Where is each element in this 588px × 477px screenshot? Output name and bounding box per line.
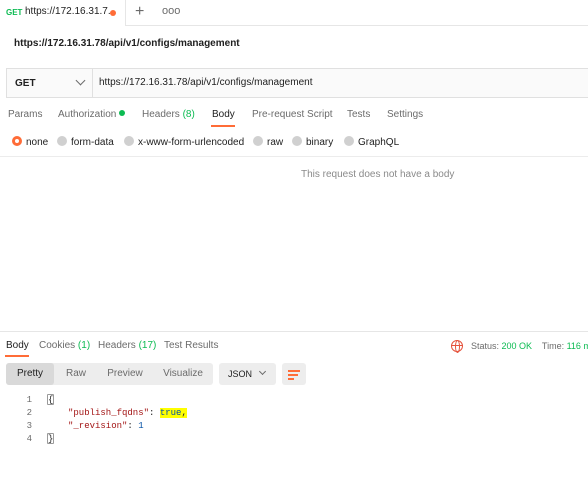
tab-body[interactable]: Body <box>212 109 235 120</box>
request-tab[interactable]: GET https://172.16.31.7... <box>0 0 126 26</box>
radio-graphql-label: GraphQL <box>358 137 400 148</box>
radio-selected-icon <box>12 136 22 146</box>
method-label: GET <box>15 78 36 89</box>
globe-icon[interactable] <box>451 340 463 353</box>
response-tab-cookies[interactable]: Cookies (1) <box>39 340 90 351</box>
radio-raw[interactable]: raw <box>253 136 283 148</box>
active-response-tab-indicator <box>5 355 29 357</box>
code-line: 4 } <box>0 433 588 446</box>
json-key: "publish_fqdns" <box>68 408 150 418</box>
radio-form-data-label: form-data <box>71 137 114 148</box>
line-number: 1 <box>26 395 32 405</box>
tab-headers-label: Headers <box>142 109 180 120</box>
code-text: "_revision": 1 <box>68 421 144 431</box>
response-tab-body[interactable]: Body <box>6 340 29 351</box>
radio-icon <box>292 136 302 146</box>
tab-pre-request-script[interactable]: Pre-request Script <box>252 109 333 120</box>
body-type-radios: none form-data x-www-form-urlencoded raw… <box>0 136 588 150</box>
tab-tests[interactable]: Tests <box>347 109 370 120</box>
radio-icon <box>124 136 134 146</box>
wrap-lines-icon <box>288 370 300 372</box>
empty-body-message: This request does not have a body <box>301 169 455 180</box>
tab-headers-count: (8) <box>182 109 195 120</box>
radio-icon <box>344 136 354 146</box>
url-input[interactable] <box>99 77 569 88</box>
status-value[interactable]: 200 OK <box>502 341 533 351</box>
active-tab-indicator <box>211 125 235 127</box>
radio-icon <box>57 136 67 146</box>
method-select[interactable]: GET <box>7 69 93 97</box>
format-label: JSON <box>228 369 253 379</box>
divider <box>0 156 588 157</box>
chevron-down-icon <box>258 367 267 376</box>
response-tab-headers[interactable]: Headers (17) <box>98 340 156 351</box>
code-text: "publish_fqdns": true, <box>68 408 187 418</box>
response-status: Status: 200 OK Time: 116 ms <box>471 341 588 351</box>
line-number: 3 <box>26 421 32 431</box>
highlighted-value: true, <box>159 408 187 418</box>
request-title[interactable]: https://172.16.31.78/api/v1/configs/mana… <box>14 38 240 49</box>
radio-form-data[interactable]: form-data <box>57 136 114 148</box>
more-tabs-icon[interactable]: ooo <box>162 5 180 17</box>
radio-binary[interactable]: binary <box>292 136 333 148</box>
radio-graphql[interactable]: GraphQL <box>344 136 399 148</box>
response-tab-headers-label: Headers <box>98 340 136 351</box>
line-number: 4 <box>26 434 32 444</box>
tab-method: GET <box>6 8 23 17</box>
response-tab-test-results[interactable]: Test Results <box>164 340 218 351</box>
request-bar: GET <box>6 68 588 98</box>
radio-urlencoded-label: x-www-form-urlencoded <box>138 137 245 148</box>
radio-binary-label: binary <box>306 137 334 148</box>
radio-none-label: none <box>26 137 49 148</box>
preview-button[interactable]: Preview <box>100 363 150 385</box>
radio-raw-label: raw <box>267 137 284 148</box>
tab-title: https://172.16.31.7... <box>25 6 117 17</box>
pretty-button[interactable]: Pretty <box>6 363 54 385</box>
raw-button[interactable]: Raw <box>56 363 96 385</box>
response-code-viewer[interactable]: 1 { 2 "publish_fqdns": true, 3 "_revisio… <box>0 394 588 446</box>
wrap-lines-icon-bar <box>288 378 294 380</box>
json-colon: : <box>127 421 139 431</box>
tab-settings[interactable]: Settings <box>387 109 423 120</box>
chevron-down-icon <box>75 75 86 86</box>
response-tab-cookies-label: Cookies <box>39 340 76 351</box>
line-number: 2 <box>26 408 32 418</box>
radio-urlencoded[interactable]: x-www-form-urlencoded <box>124 136 244 148</box>
code-line: 2 "publish_fqdns": true, <box>0 407 588 420</box>
tab-strip: GET https://172.16.31.7... + ooo <box>0 0 588 26</box>
tab-authorization[interactable]: Authorization <box>58 109 126 120</box>
visualize-button[interactable]: Visualize <box>156 363 210 385</box>
json-value: 1 <box>138 421 144 431</box>
close-brace: } <box>48 434 54 444</box>
code-line: 1 { <box>0 394 588 407</box>
time-label: Time: <box>541 341 565 351</box>
radio-icon <box>253 136 263 146</box>
format-select[interactable]: JSON <box>219 363 276 385</box>
status-label: Status: <box>471 341 500 351</box>
response-tab-headers-count: (17) <box>138 340 157 351</box>
tab-headers[interactable]: Headers (8) <box>142 109 195 120</box>
response-tab-cookies-count: (1) <box>77 340 91 351</box>
response-view-toggle: Pretty Raw Preview Visualize <box>6 363 213 385</box>
request-tabs: Params Authorization Headers (8) Body Pr… <box>0 107 588 127</box>
json-key: "_revision" <box>68 421 128 431</box>
time-value[interactable]: 116 ms <box>567 341 588 351</box>
response-divider[interactable] <box>0 331 588 332</box>
wrap-lines-button[interactable] <box>282 363 306 385</box>
tab-params[interactable]: Params <box>8 109 42 120</box>
tab-authorization-label: Authorization <box>58 109 117 120</box>
code-line: 3 "_revision": 1 <box>0 420 588 433</box>
wrap-lines-icon-bar <box>288 374 298 376</box>
status-dot-icon <box>119 110 126 116</box>
json-value: true <box>159 408 182 418</box>
new-tab-button[interactable]: + <box>135 3 144 21</box>
json-colon: : <box>149 408 160 418</box>
json-comma: , <box>181 408 187 418</box>
radio-none[interactable]: none <box>12 136 48 148</box>
unsaved-dot-icon <box>110 10 116 16</box>
open-brace: { <box>48 395 54 405</box>
